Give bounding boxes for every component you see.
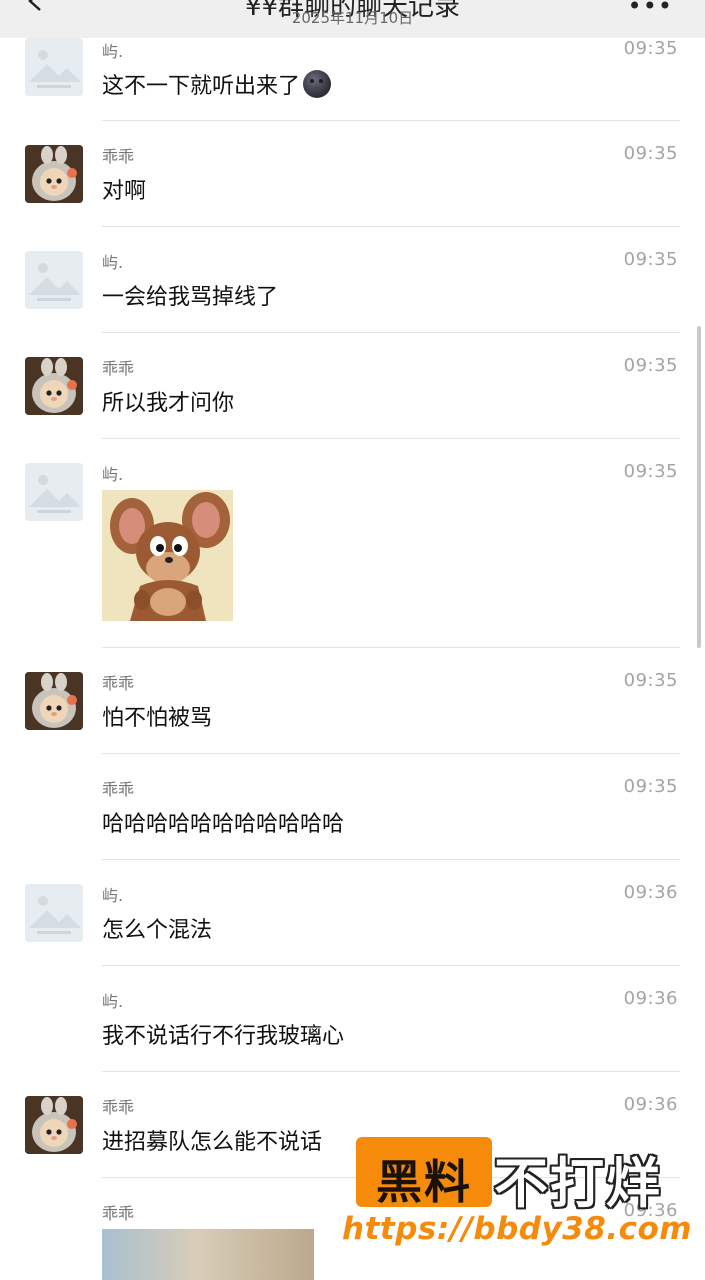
more-dots-icon[interactable]: •••: [628, 0, 673, 20]
cute-doll-avatar-icon: [25, 1096, 83, 1154]
message-text[interactable]: 对啊: [102, 173, 146, 205]
new-moon-face-emoji: [303, 70, 332, 98]
sender-name: 乖乖: [102, 147, 135, 166]
sender-name: 屿.: [102, 886, 124, 905]
sender-name: 屿.: [102, 992, 124, 1011]
avatar[interactable]: [25, 38, 83, 96]
sender-name: 乖乖: [102, 780, 135, 799]
message-time: 09:35: [623, 38, 678, 59]
message-time: 09:35: [623, 249, 678, 270]
cute-doll-avatar-icon: [25, 145, 83, 203]
divider: [102, 332, 680, 333]
message-text[interactable]: 所以我才问你: [102, 385, 234, 417]
default-avatar-icon: [25, 884, 83, 942]
message-time: 09:35: [623, 461, 678, 482]
divider: [102, 647, 680, 648]
default-avatar-icon: [25, 463, 83, 521]
avatar[interactable]: [25, 463, 83, 521]
scrollbar[interactable]: [697, 326, 701, 648]
message-text[interactable]: 一会给我骂掉线了: [102, 279, 278, 311]
divider: [102, 120, 680, 121]
divider: [102, 753, 680, 754]
message-text[interactable]: 我不说话行不行我玻璃心: [102, 1018, 344, 1050]
cute-doll-avatar-icon: [25, 357, 83, 415]
sender-name: 屿.: [102, 465, 124, 484]
message-time: 09:35: [623, 776, 678, 797]
default-avatar-icon: [25, 38, 83, 96]
message-text-content: 这不一下就听出来了: [102, 74, 301, 99]
watermark-url: https://bbdy38.com: [342, 1211, 693, 1247]
sender-name: 屿.: [102, 42, 124, 61]
sender-name: 乖乖: [102, 359, 135, 378]
message-time: 09:35: [623, 670, 678, 691]
message-text[interactable]: 怕不怕被骂: [102, 700, 212, 732]
default-avatar-icon: [25, 251, 83, 309]
sender-name: 乖乖: [102, 1204, 135, 1223]
avatar[interactable]: [25, 672, 83, 730]
watermark-slogan: 不打烊: [494, 1152, 662, 1215]
watermark-logo-box: 黑料: [356, 1137, 492, 1209]
message-time: 09:36: [623, 988, 678, 1009]
message-text[interactable]: 哈哈哈哈哈哈哈哈哈哈哈: [102, 806, 344, 838]
message-time: 09:35: [623, 355, 678, 376]
watermark: 黑料 不打烊 https://bbdy38.com: [342, 1135, 692, 1255]
watermark-box-text: 黑料: [376, 1155, 472, 1209]
divider: [102, 226, 680, 227]
cute-doll-avatar-icon: [25, 672, 83, 730]
avatar[interactable]: [25, 357, 83, 415]
sender-name: 乖乖: [102, 674, 135, 693]
avatar[interactable]: [25, 884, 83, 942]
jerry-mouse-image: [102, 490, 233, 621]
message-time: 09:36: [623, 882, 678, 903]
message-text[interactable]: 怎么个混法: [102, 912, 212, 944]
message-time: 09:36: [623, 1094, 678, 1115]
message-time: 09:35: [623, 143, 678, 164]
header-bar: ¥¥群聊的聊天记录 2025年11月10日 •••: [0, 0, 705, 38]
sender-name: 屿.: [102, 253, 124, 272]
divider: [102, 1071, 680, 1072]
message-text[interactable]: 进招募队怎么能不说话: [102, 1124, 322, 1156]
divider: [102, 965, 680, 966]
sender-name: 乖乖: [102, 1098, 135, 1117]
avatar[interactable]: [25, 1096, 83, 1154]
blurred-photo[interactable]: [102, 1229, 314, 1280]
avatar[interactable]: [25, 145, 83, 203]
header-date: 2025年11月10日: [291, 9, 414, 27]
avatar[interactable]: [25, 251, 83, 309]
message-text[interactable]: 这不一下就听出来了: [102, 68, 332, 100]
divider: [102, 438, 680, 439]
jerry-mouse-sticker[interactable]: [102, 490, 233, 621]
divider: [102, 859, 680, 860]
